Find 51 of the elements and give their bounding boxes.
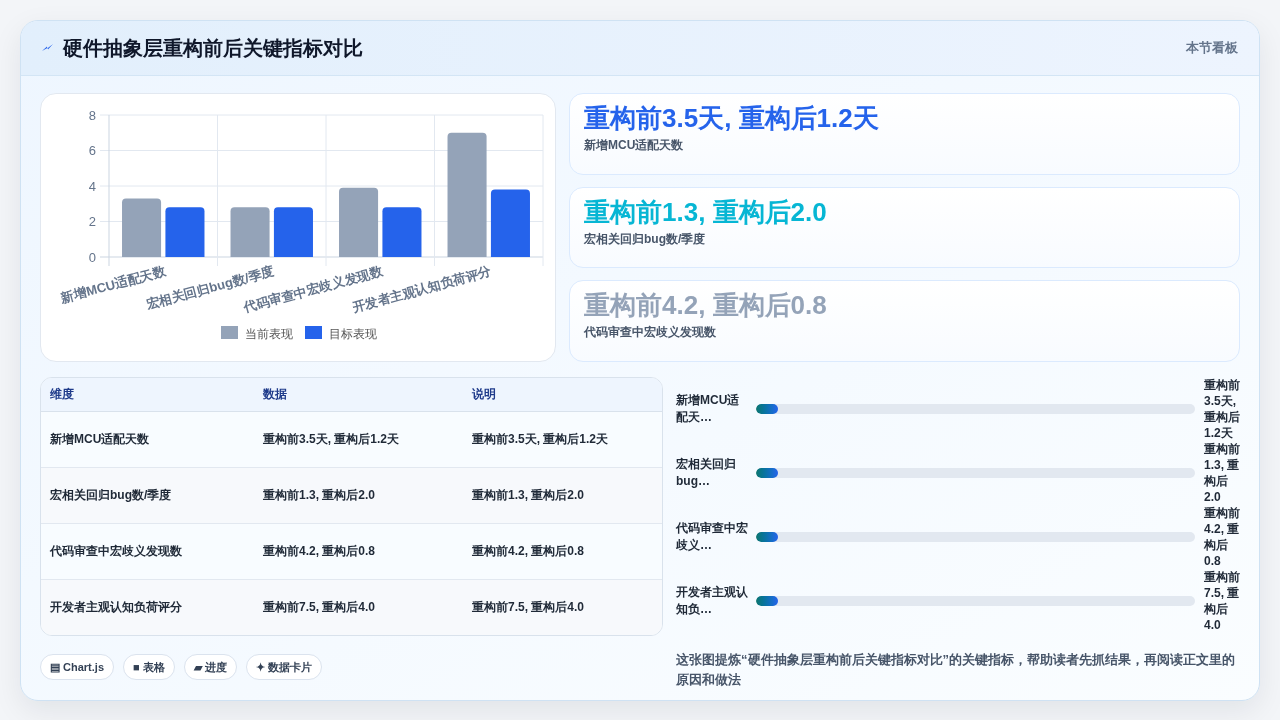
table-cell: 代码审查中宏歧义发现数 (41, 523, 254, 579)
legend-label: 当前表现 (245, 326, 293, 341)
table-cell: 开发者主观认知负荷评分 (41, 579, 254, 635)
stat-label: 新增MCU适配天数 (584, 137, 685, 153)
metric-label: 开发者主观认知负… (676, 584, 749, 618)
chart-bar (273, 207, 313, 257)
metric-label: 代码审查中宏歧义… (676, 520, 749, 554)
tick-label: 4 (88, 178, 96, 194)
chart-bar (490, 189, 530, 257)
caption-text: 这张图提炼“硬件抽象层重构前后关键指标对比”的关键指标，帮助读者先抓结果，再阅读正文里的原因和做法 (676, 651, 1236, 689)
metric-value: 重构前1.3, 重构后2.0 (1204, 441, 1240, 505)
chart-bar (122, 198, 162, 257)
lightning-icon (42, 44, 53, 52)
table-cell: 新增MCU适配天数 (41, 411, 254, 467)
table-cell: 重构前4.2, 重构后0.8 (463, 523, 662, 579)
metric-label: 宏相关回归bug… (676, 456, 737, 490)
table-cell: 重构前4.2, 重构后0.8 (254, 523, 463, 579)
tag-chip: ▰ 进度 (183, 654, 237, 680)
legend-label: 目标表现 (329, 326, 377, 341)
section-label: 本节看板 (1186, 39, 1238, 58)
table-cell: 重构前3.5天, 重构后1.2天 (463, 411, 662, 467)
column-header: 说明 (463, 378, 662, 411)
tick-label: 2 (88, 214, 96, 229)
stat-label: 宏相关回归bug数/季度 (584, 230, 707, 247)
chart-bar (230, 207, 270, 257)
table-cell: 重构前7.5, 重构后4.0 (254, 579, 463, 635)
table-cell: 重构前1.3, 重构后2.0 (463, 467, 662, 523)
chart-bar (165, 207, 205, 257)
page-title: 硬件抽象层重构前后关键指标对比 (63, 36, 363, 61)
stat-value: 重构前4.2, 重构后0.8 (584, 289, 828, 323)
chart-bar (382, 207, 422, 257)
table-cell: 宏相关回归bug数/季度 (41, 467, 254, 523)
table-cell: 重构前1.3, 重构后2.0 (254, 467, 463, 523)
metric-label: 新增MCU适配天… (676, 392, 741, 426)
stat-label: 代码审查中宏歧义发现数 (584, 324, 717, 341)
tick-label: 6 (88, 143, 96, 158)
tick-label: 8 (88, 107, 96, 123)
tag-chip: ■ 表格 (123, 654, 175, 680)
chart-bar (339, 187, 379, 257)
stat-value: 重构前1.3, 重构后2.0 (584, 195, 828, 229)
column-header: 数据 (254, 378, 463, 411)
metric-value: 重构前7.5, 重构后4.0 (1204, 569, 1240, 633)
table-cell: 重构前3.5天, 重构后1.2天 (254, 411, 463, 467)
tag-chip: ▤ Chart.js (40, 654, 114, 680)
metric-value: 重构前3.5天, 重构后1.2天 (1204, 377, 1240, 441)
tag-chip: ✦ 数据卡片 (245, 654, 322, 680)
table-cell: 重构前7.5, 重构后4.0 (463, 579, 662, 635)
column-header: 维度 (41, 378, 254, 411)
tick-label: 0 (88, 249, 96, 265)
stat-value: 重构前3.5天, 重构后1.2天 (584, 102, 880, 135)
metric-value: 重构前4.2, 重构后0.8 (1204, 505, 1240, 569)
